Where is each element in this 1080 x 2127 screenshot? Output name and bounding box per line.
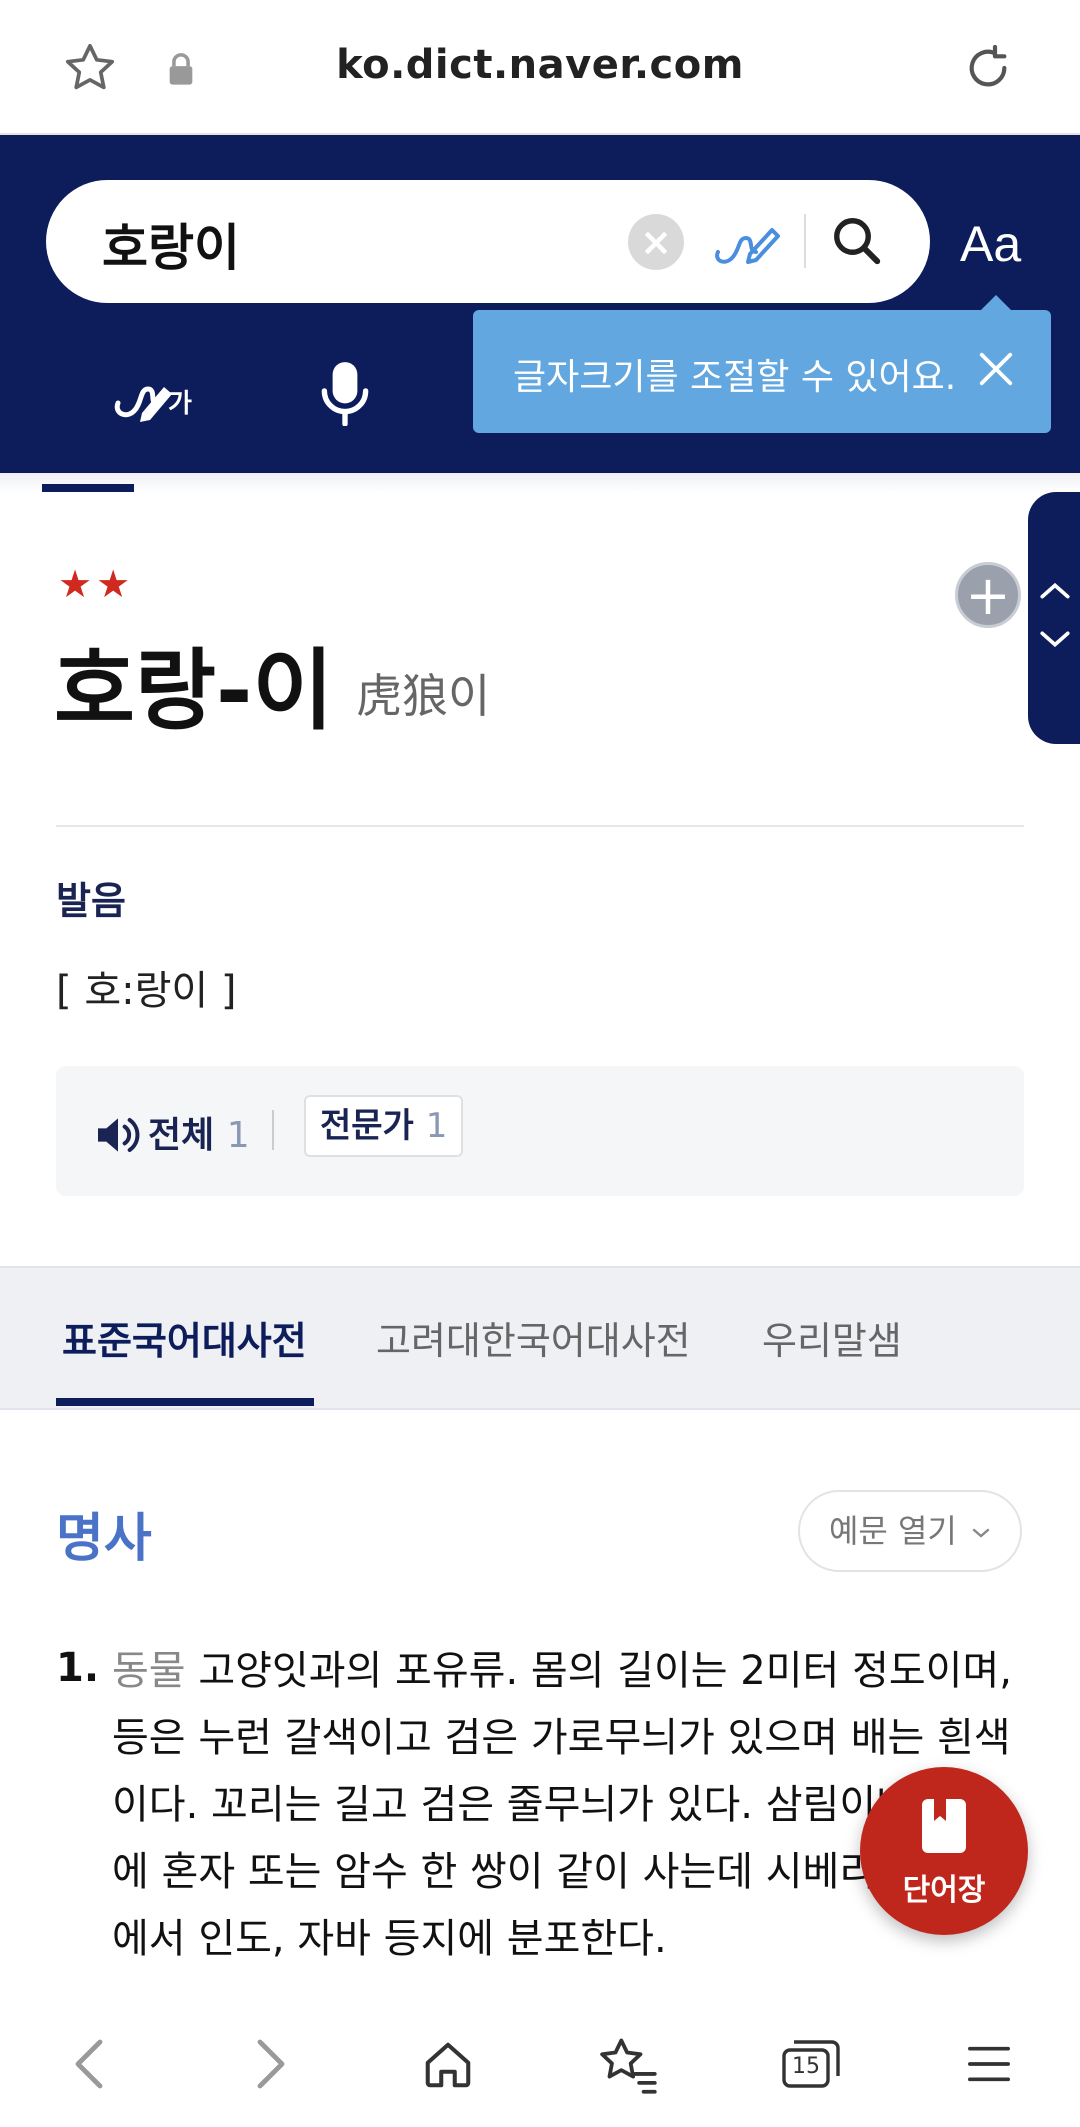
tooltip-text: 글자크기를 조절할 수 있어요. bbox=[513, 357, 957, 398]
audio-all-button[interactable]: 전체 1 bbox=[94, 1106, 250, 1158]
pronunciation-audio-box: 전체 1 전문가 1 bbox=[56, 1066, 1024, 1196]
tab-count: 15 bbox=[792, 2054, 820, 2079]
add-to-wordbook-button[interactable]: + bbox=[955, 562, 1021, 628]
font-size-tooltip: 글자크기를 조절할 수 있어요. bbox=[473, 310, 1051, 433]
pronunciation-text: [ 호:랑이 ] bbox=[56, 968, 237, 1014]
expert-audio-button[interactable]: 전문가 1 bbox=[304, 1095, 464, 1157]
handwriting-input-icon[interactable] bbox=[712, 210, 782, 272]
part-of-speech: 명사 bbox=[56, 1509, 152, 1569]
search-icon[interactable] bbox=[830, 214, 884, 268]
tab-urimalsaem[interactable]: 우리말샘 bbox=[762, 1310, 902, 1365]
back-icon[interactable] bbox=[68, 2036, 108, 2092]
font-size-button[interactable]: Aa bbox=[960, 215, 1021, 273]
browser-bottom-nav: 15 bbox=[0, 2000, 1080, 2127]
pronunciation-title: 발음 bbox=[56, 879, 126, 923]
close-icon[interactable] bbox=[977, 350, 1015, 388]
importance-stars: ★★ bbox=[58, 562, 135, 606]
url-text[interactable]: ko.dict.naver.com bbox=[0, 42, 1080, 88]
forward-icon[interactable] bbox=[252, 2036, 292, 2092]
browser-url-bar: ko.dict.naver.com bbox=[0, 0, 1080, 135]
expert-label: 전문가 bbox=[320, 1106, 414, 1146]
chevron-down-icon bbox=[972, 1528, 990, 1538]
wordbook-icon bbox=[922, 1799, 966, 1853]
bookmarks-icon[interactable] bbox=[596, 2036, 660, 2094]
microphone-icon[interactable] bbox=[320, 360, 370, 426]
chevron-down-icon[interactable] bbox=[1038, 628, 1072, 650]
home-icon[interactable] bbox=[420, 2038, 476, 2092]
page-scroller[interactable] bbox=[1028, 492, 1080, 744]
sense-number: 1. bbox=[56, 1645, 100, 1691]
tab-korea-univ-dictionary[interactable]: 고려대한국어대사전 bbox=[376, 1310, 691, 1365]
handwriting-badge: 가 bbox=[168, 389, 192, 419]
speaker-icon bbox=[98, 1118, 140, 1152]
example-toggle-button[interactable]: 예문 열기 bbox=[798, 1490, 1022, 1572]
tabs-button[interactable]: 15 bbox=[780, 2038, 842, 2090]
menu-icon[interactable] bbox=[966, 2042, 1012, 2086]
tab-standard-dictionary[interactable]: 표준국어대사전 bbox=[62, 1310, 307, 1365]
header-shadow bbox=[0, 473, 1080, 493]
tab-active-indicator bbox=[56, 1398, 314, 1406]
search-divider bbox=[804, 214, 806, 268]
audio-all-count: 1 bbox=[226, 1115, 250, 1156]
dictionary-header: 호랑이 × Aa 가 글자크기를 조절할 수 있어요. bbox=[0, 135, 1080, 473]
chevron-up-icon[interactable] bbox=[1038, 580, 1072, 602]
tooltip-caret bbox=[981, 295, 1011, 310]
hanja: 虎狼이 bbox=[356, 669, 491, 723]
headword: 호랑-이 bbox=[54, 639, 334, 742]
audio-all-label: 전체 bbox=[148, 1115, 215, 1156]
wordbook-fab[interactable]: 단어장 bbox=[860, 1767, 1028, 1935]
wordbook-label: 단어장 bbox=[902, 1873, 986, 1908]
subject-category[interactable]: 동물 bbox=[112, 1648, 186, 1694]
clear-search-button[interactable]: × bbox=[628, 214, 684, 270]
expert-count: 1 bbox=[425, 1106, 448, 1146]
example-toggle-label: 예문 열기 bbox=[828, 1512, 957, 1550]
dictionary-tabs: 표준국어대사전 고려대한국어대사전 우리말샘 bbox=[0, 1266, 1080, 1410]
reload-icon[interactable] bbox=[960, 40, 1016, 96]
divider bbox=[56, 825, 1024, 827]
header-active-indicator bbox=[42, 484, 134, 492]
search-box[interactable]: 호랑이 × bbox=[46, 180, 930, 303]
audio-divider bbox=[272, 1110, 274, 1150]
search-input[interactable]: 호랑이 bbox=[102, 208, 240, 280]
